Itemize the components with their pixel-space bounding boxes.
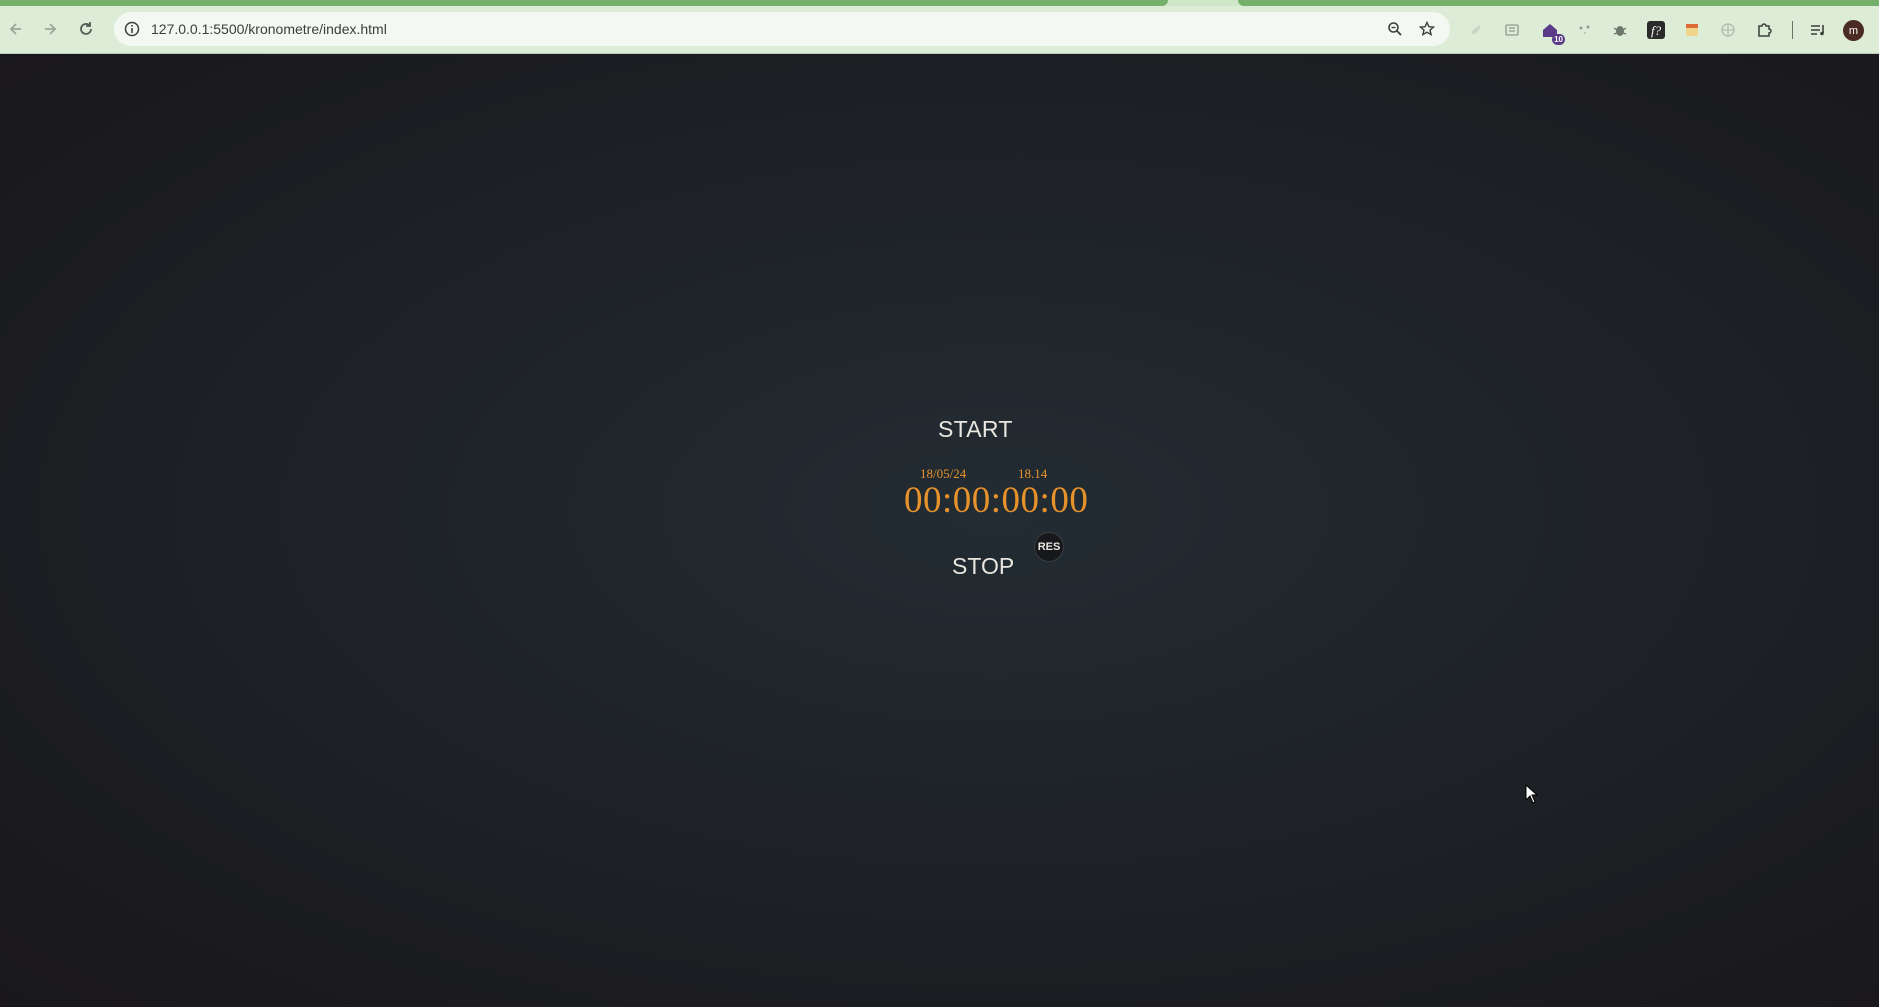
dots-icon[interactable] — [1575, 20, 1595, 40]
cube-icon[interactable] — [1502, 20, 1522, 40]
bug-icon[interactable] — [1610, 20, 1630, 40]
forward-arrow-icon — [45, 23, 57, 35]
start-button[interactable]: START — [938, 416, 1013, 443]
reset-button[interactable]: RES — [1034, 532, 1064, 562]
page-viewport: START 18/05/24 18.14 00:00:00:00 STOP RE… — [0, 54, 1879, 1007]
url-text[interactable]: 127.0.0.1:5500/kronometre/index.html — [151, 21, 387, 37]
puzzle-icon[interactable] — [1754, 20, 1774, 40]
globe-icon[interactable] — [1718, 20, 1738, 40]
reload-button[interactable] — [72, 15, 100, 43]
forward-button[interactable] — [36, 15, 64, 43]
toolbar-divider — [1792, 21, 1793, 39]
stopwatch-counter: 00:00:00:00 — [904, 480, 1089, 521]
extension-badge: 10 — [1552, 34, 1565, 45]
profile-avatar[interactable]: m — [1843, 20, 1864, 41]
stop-button[interactable]: STOP — [952, 553, 1014, 580]
media-queue-icon[interactable] — [1808, 20, 1828, 40]
back-button[interactable] — [2, 15, 30, 43]
house-icon[interactable]: 10 — [1540, 20, 1565, 45]
svg-text:f?: f? — [1651, 23, 1662, 38]
calendar-icon[interactable] — [1682, 20, 1702, 40]
reload-icon — [80, 22, 92, 35]
font-icon[interactable]: f? — [1646, 20, 1666, 40]
address-bar[interactable]: 127.0.0.1:5500/kronometre/index.html — [114, 12, 1450, 46]
browser-toolbar: 127.0.0.1:5500/kronometre/index.html 10 … — [0, 6, 1879, 54]
mouse-cursor-icon — [1525, 784, 1539, 804]
back-arrow-icon — [9, 23, 21, 35]
site-info-icon[interactable] — [122, 19, 142, 39]
bookmark-star-icon[interactable] — [1417, 19, 1437, 39]
zoom-icon[interactable] — [1385, 19, 1405, 39]
pen-icon[interactable] — [1466, 20, 1486, 40]
